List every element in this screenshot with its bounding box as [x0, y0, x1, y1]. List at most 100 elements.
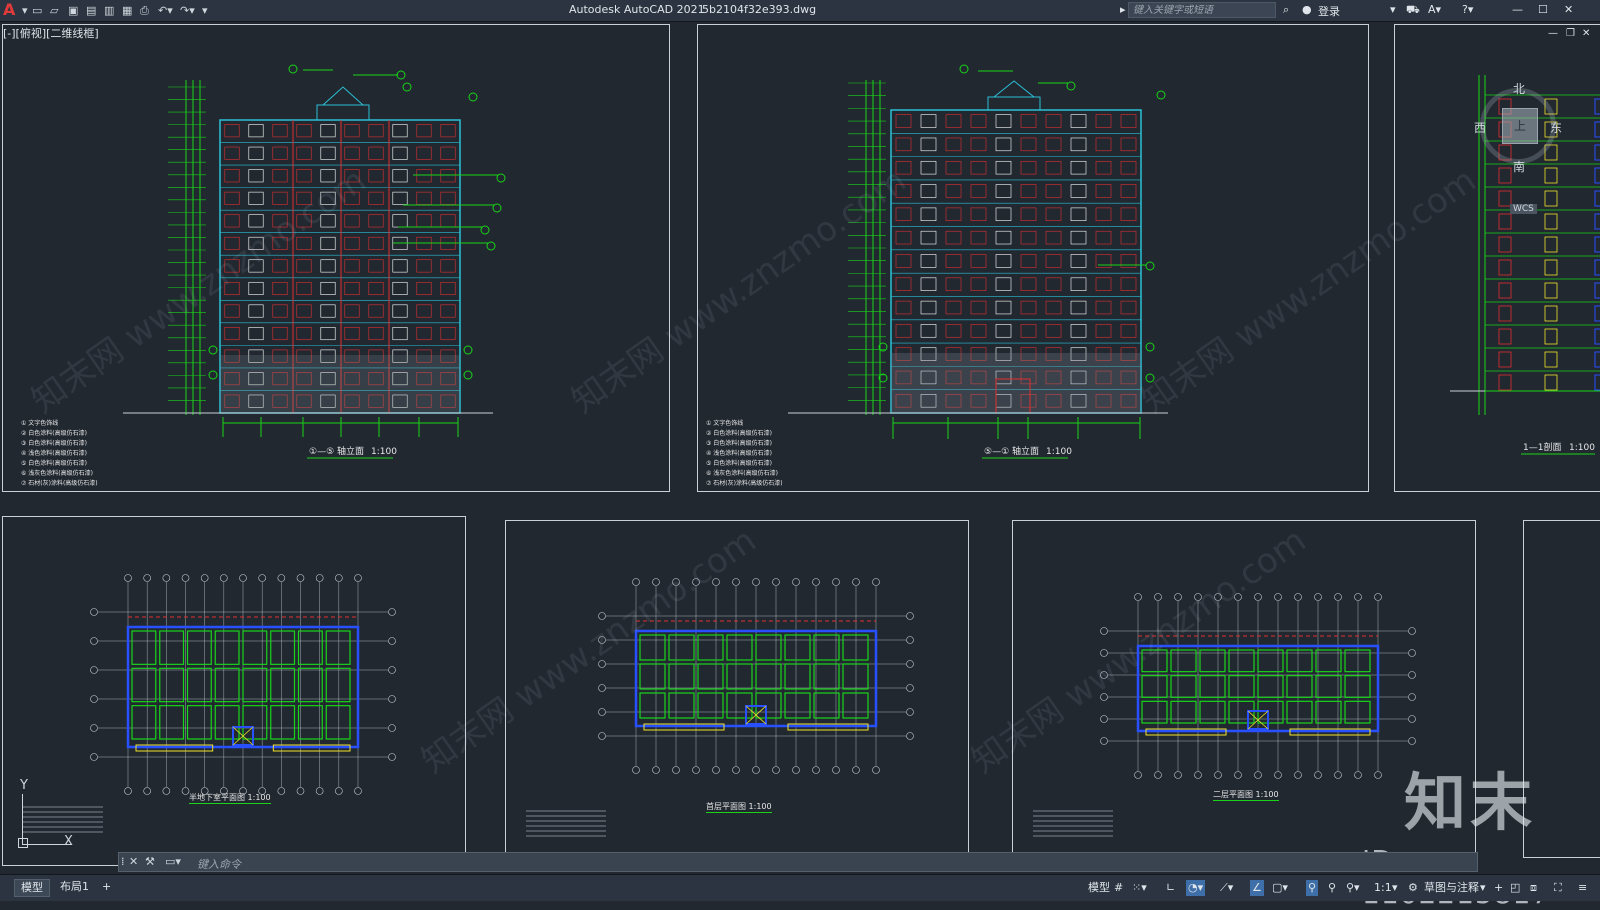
- open-icon[interactable]: ▱: [50, 4, 68, 17]
- clean-screen-icon[interactable]: ⛶: [1554, 880, 1562, 896]
- customize-icon[interactable]: ▾: [202, 4, 214, 17]
- osnap-icon[interactable]: ▢▾: [1272, 880, 1288, 896]
- section-title: 1—1剖面: [1523, 441, 1561, 453]
- legend-item: ⑦ 石材(灰)涂料(高级仿石漆): [706, 479, 783, 487]
- wcs-menu[interactable]: WCS: [1510, 204, 1537, 214]
- tab-model[interactable]: 模型: [14, 879, 50, 897]
- login-button[interactable]: 登录: [1318, 3, 1340, 19]
- cmd-recent-icon[interactable]: ▭▾: [165, 855, 181, 868]
- add-layout-button[interactable]: +: [96, 879, 117, 895]
- auto-scale-icon[interactable]: ⚲: [1328, 880, 1336, 896]
- viewport-restore-icon[interactable]: ❐: [1566, 28, 1575, 39]
- plan-2-scale: 1:100: [748, 802, 772, 811]
- app-title: Autodesk AutoCAD 2021: [569, 3, 705, 16]
- help-icon[interactable]: ?▾: [1462, 3, 1473, 16]
- saveas-icon[interactable]: ▤: [86, 4, 104, 17]
- legend-item: ⑥ 浅灰色涂料(高级仿石漆): [706, 469, 778, 477]
- viewcube-top-face[interactable]: 上: [1502, 108, 1538, 144]
- legend-item: ③ 白色涂料(高级仿石漆): [21, 439, 87, 447]
- legend-item: ④ 浅色涂料(高级仿石漆): [706, 449, 772, 457]
- section-scale: 1:100: [1569, 443, 1595, 453]
- plan-3-title: 二层平面图: [1213, 790, 1253, 799]
- legend-item: ⑦ 石材(灰)涂料(高级仿石漆): [21, 479, 98, 487]
- viewcube-north[interactable]: 北: [1513, 80, 1525, 97]
- isolate-icon[interactable]: ◰: [1510, 880, 1520, 896]
- sheet-elevation-1: ①—⑤ 轴立面 1:100 ① 文字色饰线 ② 白色涂料(高级仿石漆) ③ 白色涂料…: [2, 24, 670, 492]
- title-bar: A ▾ ▭ ▱ ▣ ▤ ▥ ▦ ⎙ ↶▾ ↷▾ ▾ Autodesk AutoC…: [0, 0, 1600, 22]
- tab-layout1[interactable]: 布局1: [54, 879, 95, 895]
- undo-icon[interactable]: ↶▾: [158, 4, 180, 17]
- ucs-icon: Y X: [16, 778, 86, 852]
- maximize-icon[interactable]: ☐: [1538, 3, 1548, 16]
- cmd-customize-icon[interactable]: ⚒: [145, 855, 155, 868]
- legend-item: ① 文字色饰线: [706, 419, 743, 427]
- polar-icon[interactable]: ◔▾: [1186, 880, 1206, 896]
- command-line[interactable]: ⁞ ✕ ⚒ ▭▾ 键入命令: [118, 852, 1478, 872]
- legend-item: ⑥ 浅灰色涂料(高级仿石漆): [21, 469, 93, 477]
- elevation-1-drawing: ①—⑤ 轴立面 1:100 ① 文字色饰线 ② 白色涂料(高级仿石漆) ③ 白色涂料…: [21, 64, 506, 487]
- scale-chevron-icon[interactable]: ▾: [1392, 880, 1398, 896]
- search-arrow-icon[interactable]: ▸: [1120, 3, 1126, 16]
- ucs-y-label: Y: [20, 778, 28, 793]
- elevation-1-title: ①—⑤ 轴立面: [309, 445, 364, 457]
- cmd-close-icon[interactable]: ✕: [129, 855, 138, 868]
- cart-icon[interactable]: ⛟: [1406, 3, 1420, 18]
- viewcube-south[interactable]: 南: [1513, 158, 1525, 175]
- file-name: 5b2104f32e393.dwg: [702, 3, 817, 16]
- grid-icon[interactable]: #: [1114, 880, 1123, 896]
- plan-2-title: 首层平面图: [706, 802, 746, 811]
- elevation-2-scale: 1:100: [1046, 447, 1072, 457]
- workspace-gear-icon[interactable]: ⚙: [1408, 880, 1418, 896]
- search-input[interactable]: 键入关键字或短语: [1128, 2, 1276, 18]
- ucs-x-label: X: [64, 834, 73, 849]
- viewport-close-icon[interactable]: ✕: [1582, 28, 1590, 39]
- legend-item: ① 文字色饰线: [21, 419, 58, 427]
- redo-icon[interactable]: ↷▾: [180, 4, 202, 17]
- model-space-canvas[interactable]: [-][俯视][二维线框] ①—⑤ 轴立面 1:100 ① 文字色饰线 ② 白色…: [0, 22, 1600, 874]
- object-snap-tracking-icon[interactable]: ∠: [1250, 880, 1264, 896]
- brand-watermark: 知末: [1404, 766, 1537, 839]
- legend-item: ⑤ 白色涂料(高级仿石漆): [21, 459, 87, 467]
- customization-menu-icon[interactable]: ≡: [1578, 880, 1587, 896]
- workspace-switch[interactable]: 草图与注释: [1424, 880, 1479, 896]
- close-icon[interactable]: ✕: [1564, 3, 1573, 16]
- plan-1-scale: 1:100: [247, 793, 271, 802]
- save-icon[interactable]: ▣: [68, 4, 86, 17]
- viewcube[interactable]: 上 北 南 西 东: [1474, 80, 1562, 176]
- legend-item: ② 白色涂料(高级仿石漆): [21, 429, 87, 437]
- snap-icon[interactable]: ⁙▾: [1132, 880, 1147, 896]
- viewcube-east[interactable]: 东: [1550, 119, 1562, 136]
- viewcube-west[interactable]: 西: [1474, 119, 1486, 136]
- workspace-chevron-icon[interactable]: ▾: [1480, 880, 1486, 896]
- plus-icon[interactable]: +: [1494, 880, 1503, 896]
- status-bar: 模型 布局1 + 模型 # ⁙▾ ∟ ◔▾ ⟋▾ ∠ ▢▾ ⚲ ⚲ ⚲▾ 1:1…: [0, 874, 1600, 901]
- quick-access-toolbar: ▾ ▭ ▱ ▣ ▤ ▥ ▦ ⎙ ↶▾ ↷▾ ▾: [22, 3, 214, 18]
- hardware-acceleration-icon[interactable]: ⧈: [1530, 880, 1537, 896]
- isodraft-icon[interactable]: ⟋▾: [1220, 880, 1233, 896]
- elevation-2-title: ⑤—① 轴立面: [984, 445, 1039, 457]
- annotation-scale-value[interactable]: 1:1: [1374, 880, 1392, 896]
- minimize-icon[interactable]: —: [1512, 3, 1523, 16]
- print-icon[interactable]: ⎙: [140, 4, 158, 18]
- import-icon[interactable]: ▥: [104, 4, 122, 17]
- plan-1-title: 半地下室平面图: [189, 793, 245, 802]
- plan-3-scale: 1:100: [1255, 790, 1279, 799]
- cmd-grip-icon[interactable]: ⁞: [121, 855, 125, 868]
- account-chevron-icon[interactable]: ▾: [1390, 3, 1396, 16]
- new-icon[interactable]: ▭: [32, 4, 50, 17]
- export-icon[interactable]: ▦: [122, 4, 140, 17]
- annotation-scale-icon[interactable]: ⚲▾: [1346, 880, 1360, 896]
- legend-item: ③ 白色涂料(高级仿石漆): [706, 439, 772, 447]
- model-space-button[interactable]: 模型: [1088, 880, 1110, 896]
- elevation-1-scale: 1:100: [371, 447, 397, 457]
- command-input[interactable]: 键入命令: [197, 856, 241, 872]
- annotation-visibility-icon[interactable]: ⚲: [1306, 880, 1319, 896]
- autodesk-a360-icon[interactable]: A▾: [1428, 3, 1441, 16]
- ortho-icon[interactable]: ∟: [1166, 880, 1175, 896]
- legend-item: ⑤ 白色涂料(高级仿石漆): [706, 459, 772, 467]
- autocad-logo-icon[interactable]: A: [3, 1, 19, 19]
- user-icon[interactable]: ●: [1302, 3, 1312, 16]
- viewport-minimize-icon[interactable]: —: [1548, 28, 1558, 39]
- search-icon[interactable]: ⌕: [1283, 3, 1289, 17]
- menu-chevron-icon[interactable]: ▾: [22, 4, 32, 17]
